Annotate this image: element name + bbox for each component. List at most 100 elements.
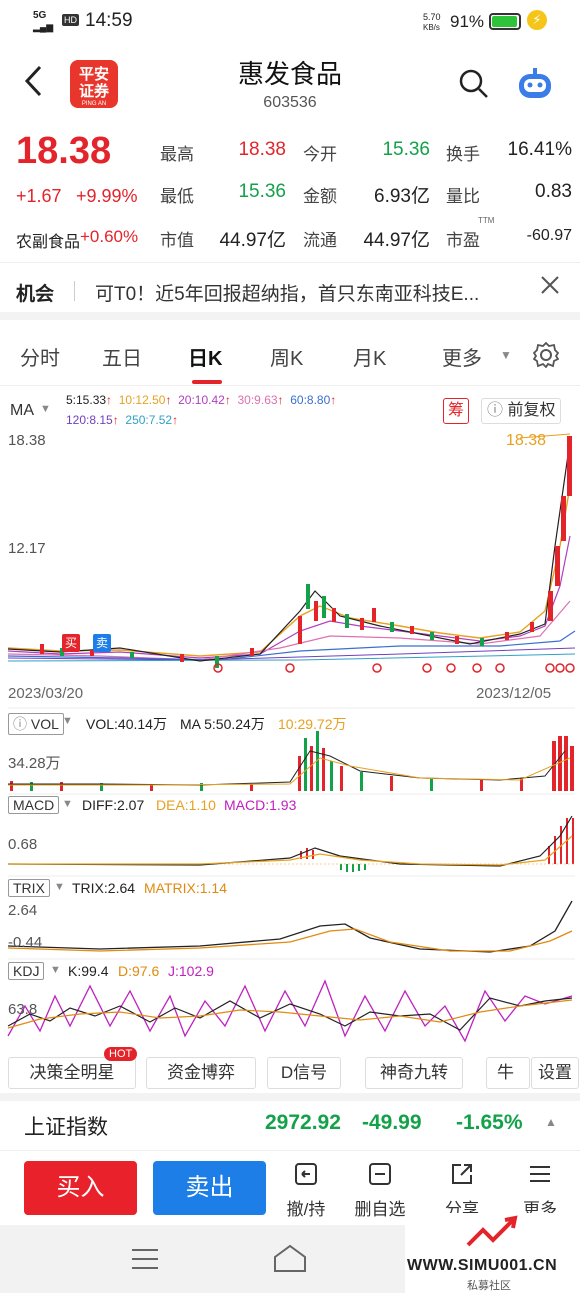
price-change-pct: +9.99%	[76, 186, 138, 206]
index-value: 2972.92	[265, 1111, 341, 1134]
tool-capital-game[interactable]: 资金博弈	[146, 1057, 256, 1089]
home-icon[interactable]	[272, 1243, 308, 1278]
stock-code: 603536	[263, 94, 317, 111]
share-icon	[432, 1161, 492, 1195]
tab-daily-k[interactable]: 日K	[188, 342, 222, 371]
index-name: 上证指数	[24, 1116, 108, 1139]
battery-icon	[489, 13, 521, 30]
chevron-down-icon[interactable]: ▼	[40, 403, 51, 415]
tool-settings[interactable]: 设置	[531, 1057, 579, 1089]
divider	[74, 281, 75, 301]
signal-markers	[213, 663, 575, 673]
battery-percent: 91%	[450, 12, 485, 31]
watermark-logo-icon	[463, 1215, 523, 1260]
chevron-down-icon[interactable]: ▼	[50, 964, 61, 976]
quote-label: 流通	[303, 231, 337, 250]
market-index-bar[interactable]: 上证指数 2972.92 -49.99 -1.65% ▲	[0, 1093, 580, 1149]
stock-header: 平安 证券 PING AN 惠发食品 603536	[0, 42, 580, 122]
quote-value-open: 15.36	[382, 139, 430, 160]
news-tag: 机会	[16, 284, 55, 305]
info-icon: ⓘ	[487, 402, 504, 419]
search-icon[interactable]	[458, 68, 490, 105]
quote-label: 市值	[160, 231, 194, 250]
chip-distribution-button[interactable]: 筹	[443, 398, 469, 424]
menu-icon[interactable]	[130, 1247, 160, 1276]
chevron-down-icon[interactable]: ▼	[500, 348, 512, 362]
macd-dea: DEA:1.10	[156, 797, 216, 813]
active-tab-indicator	[192, 380, 222, 384]
tab-intraday[interactable]: 分时	[20, 342, 60, 371]
vol-indicator-selector[interactable]: ⓘ VOL	[8, 713, 64, 735]
kdj-j: J:102.9	[168, 963, 214, 979]
tab-more[interactable]: 更多	[442, 342, 482, 371]
chevron-up-icon[interactable]: ▲	[545, 1115, 557, 1129]
sector-change: +0.60%	[80, 227, 139, 246]
buy-marker[interactable]: 买	[62, 634, 80, 652]
trix-axis-bottom: -0.44	[8, 934, 43, 951]
signal-icon: ▂▄▆	[33, 22, 54, 32]
ma60-value: 60:8.80	[290, 393, 331, 407]
hd-badge: HD	[62, 14, 79, 26]
back-button[interactable]	[22, 64, 44, 106]
quote-label: 换手	[446, 145, 480, 164]
net-speed-unit: KB/s	[423, 23, 440, 32]
price-axis-mid: 12.17	[8, 540, 46, 557]
news-text[interactable]: 可T0！近5年回报超纳指，首只东南亚科技E...	[95, 279, 479, 306]
ma10-value: 10:12.50	[118, 393, 166, 407]
robot-assistant-icon[interactable]	[515, 66, 555, 107]
current-price: 18.38	[16, 130, 112, 172]
net-speed: 5.70	[423, 12, 441, 22]
sell-button[interactable]: 卖出	[153, 1161, 266, 1215]
opportunity-banner[interactable]: 机会 可T0！近5年回报超纳指，首只东南亚科技E...	[0, 262, 580, 320]
action-label: 撤/持	[286, 1200, 326, 1219]
cancel-hold-icon	[276, 1161, 336, 1195]
chevron-down-icon[interactable]: ▼	[62, 798, 73, 810]
quote-value-pe: -60.97	[526, 227, 572, 244]
remove-watch-action[interactable]: 删自选	[350, 1161, 410, 1220]
tool-magic-nine[interactable]: 神奇九转	[365, 1057, 463, 1089]
buy-button[interactable]: 买入	[24, 1161, 137, 1215]
share-action[interactable]: 分享	[432, 1161, 492, 1220]
candlesticks	[40, 436, 572, 668]
status-time: 14:59	[85, 10, 133, 31]
remove-watch-icon	[350, 1161, 410, 1195]
macd-value: MACD:1.93	[224, 797, 297, 813]
tool-decision-star[interactable]: 决策全明星	[8, 1057, 136, 1089]
watermark-sub: 私募社区	[467, 1280, 511, 1292]
gear-icon[interactable]	[532, 341, 560, 373]
charging-icon: ⚡	[527, 10, 547, 30]
period-tabs: 分时 五日 日K 周K 月K 更多 ▼	[0, 330, 580, 386]
more-action[interactable]: 更多	[510, 1161, 570, 1220]
kdj-k: K:99.4	[68, 963, 109, 979]
sector-name[interactable]: 农副食品	[16, 228, 80, 252]
tool-chips: 决策全明星 HOT 资金博弈 D信号 神奇九转 牛熊 设置	[0, 1047, 580, 1093]
ma-indicator-selector[interactable]: MA	[10, 402, 34, 420]
kdj-indicator-selector[interactable]: KDJ	[8, 962, 45, 980]
tool-d-signal[interactable]: D信号	[267, 1057, 341, 1089]
trix-indicator-selector[interactable]: TRIX	[8, 879, 50, 897]
kline-chart-area[interactable]: MA ▼ 5:15.33↑ 10:12.50↑ 20:10.42↑ 30:9.6…	[0, 386, 580, 1051]
quote-value-amount: 6.93亿	[374, 186, 430, 207]
kdj-d: D:97.6	[118, 963, 160, 979]
chevron-down-icon[interactable]: ▼	[54, 881, 65, 893]
matrix-value: MATRIX:1.14	[144, 880, 227, 896]
cancel-hold-action[interactable]: 撤/持	[276, 1161, 336, 1220]
tool-bull-bear[interactable]: 牛熊	[486, 1057, 530, 1089]
watermark-site: WWW.SIMU001.CN	[407, 1257, 558, 1274]
ma20-value: 20:10.42	[178, 393, 225, 407]
quote-label: 最低	[160, 187, 194, 206]
macd-indicator-selector[interactable]: MACD	[8, 796, 60, 814]
chevron-down-icon[interactable]: ▼	[62, 715, 73, 727]
adjust-mode-button[interactable]: ⓘ 前复权	[481, 398, 562, 424]
tab-weekly-k[interactable]: 周K	[270, 342, 303, 371]
ma120-value: 120:8.15	[66, 413, 113, 427]
tab-five-day[interactable]: 五日	[102, 342, 142, 371]
close-icon[interactable]	[540, 275, 560, 300]
sell-marker[interactable]: 卖	[93, 634, 111, 652]
vol-ma10: 10:29.72万	[278, 716, 347, 732]
quote-label: 今开	[303, 145, 337, 164]
quote-label: 最高	[160, 145, 194, 164]
quote-value-turnover: 16.41%	[507, 139, 572, 160]
vol-ma5: MA 5:50.24万	[180, 716, 265, 732]
tab-monthly-k[interactable]: 月K	[353, 342, 386, 371]
